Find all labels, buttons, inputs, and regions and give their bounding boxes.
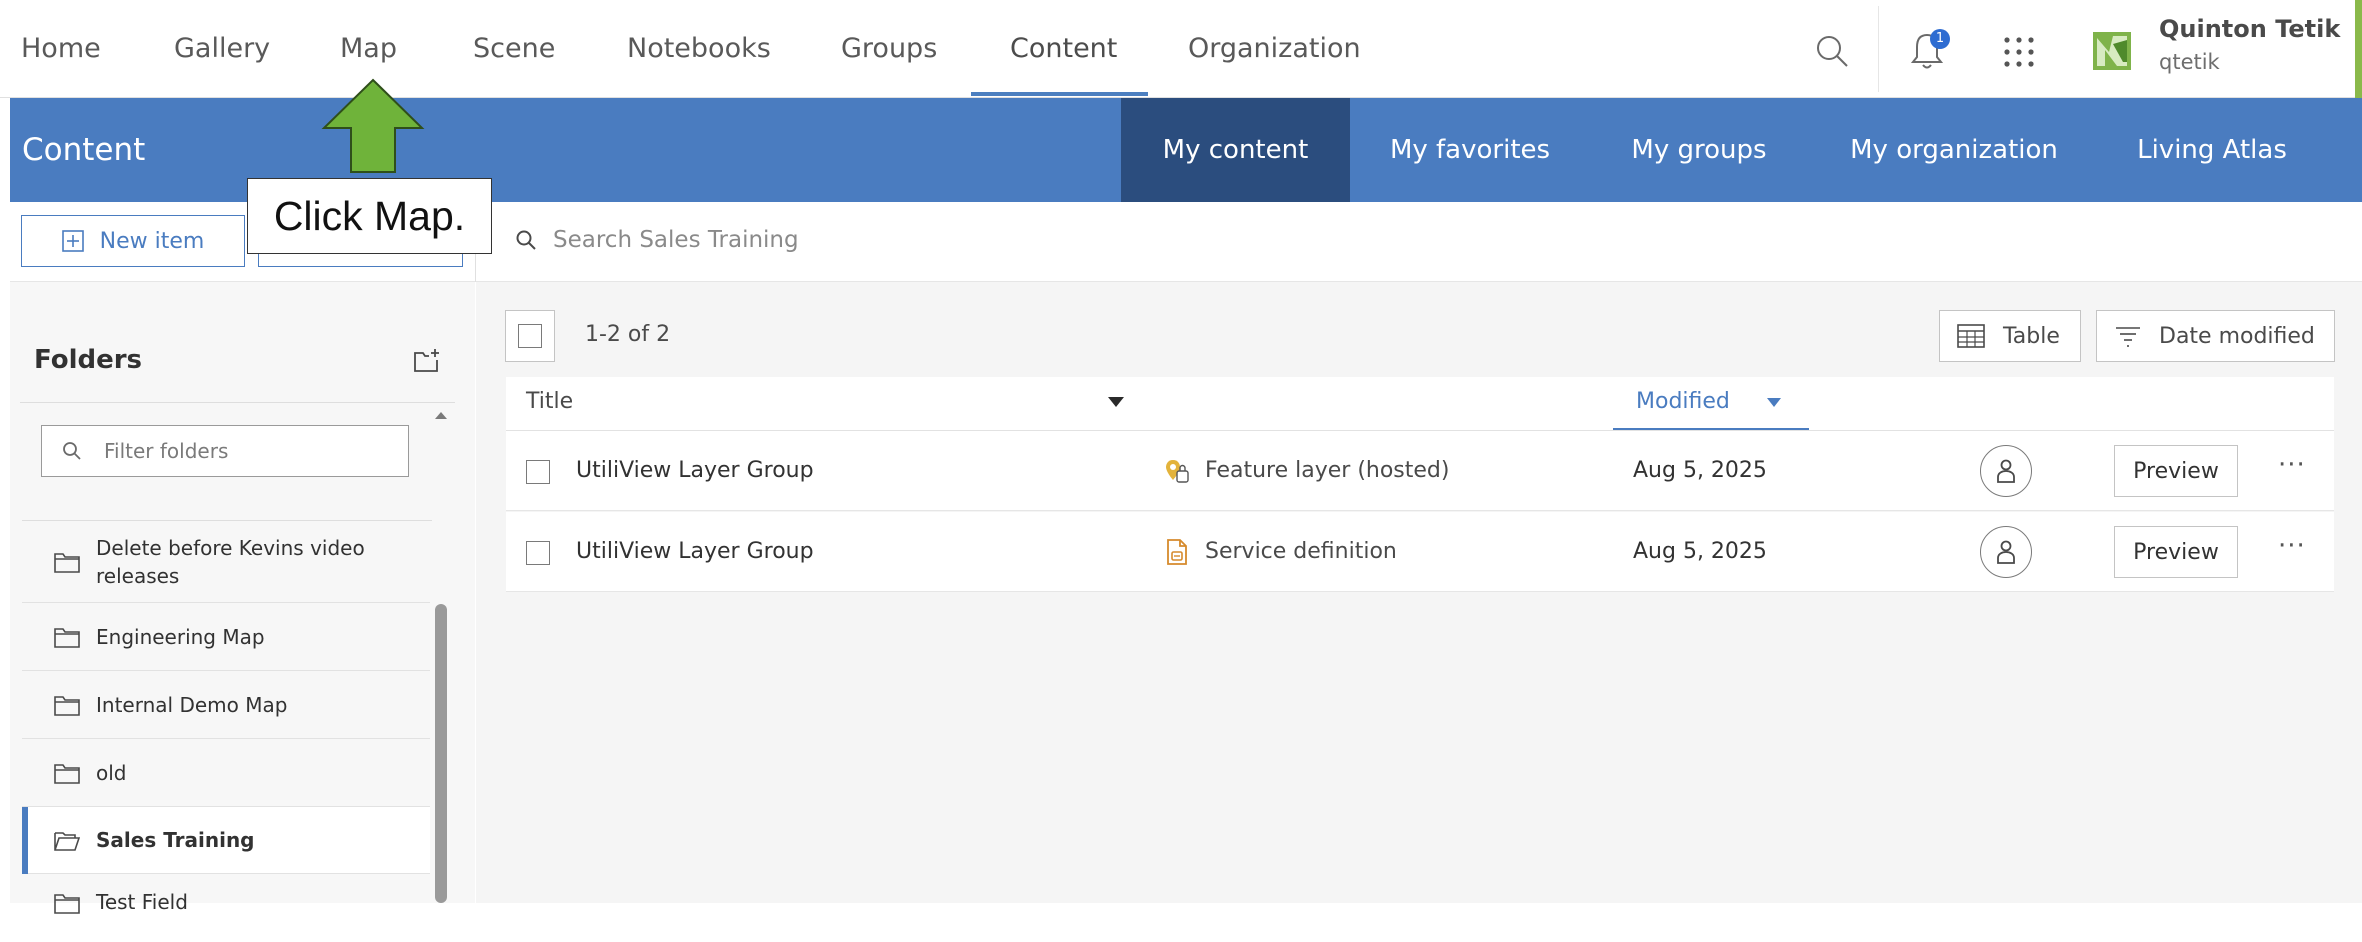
filter-placeholder: Filter folders <box>104 439 229 463</box>
folder-item[interactable]: Engineering Map <box>22 603 430 671</box>
search-icon <box>516 230 536 250</box>
results-panel <box>476 282 2362 903</box>
owner-icon[interactable] <box>1980 445 2032 497</box>
item-modified-date: Aug 5, 2025 <box>1633 458 1767 483</box>
folders-divider <box>20 402 455 403</box>
new-folder-icon[interactable] <box>412 346 442 376</box>
caret-down-icon[interactable] <box>1105 394 1127 410</box>
folder-label: Sales Training <box>96 828 255 852</box>
page-title: Content <box>22 132 146 168</box>
table-header <box>506 377 2334 431</box>
view-table-button[interactable]: Table <box>1939 310 2081 362</box>
nav-home[interactable]: Home <box>21 0 101 98</box>
results-count: 1-2 of 2 <box>585 322 671 347</box>
tab-my-content[interactable]: My content <box>1121 98 1350 202</box>
new-item-button[interactable]: New item <box>21 215 245 267</box>
folder-icon <box>54 627 80 648</box>
nav-notebooks[interactable]: Notebooks <box>627 0 771 98</box>
column-modified[interactable]: Modified <box>1636 389 1730 414</box>
accent-strip <box>2355 0 2362 98</box>
item-title-link[interactable]: UtiliView Layer Group <box>576 539 814 564</box>
nav-content[interactable]: Content <box>1010 0 1117 98</box>
row-checkbox[interactable] <box>526 541 550 565</box>
nav-scene[interactable]: Scene <box>473 0 555 98</box>
preview-button[interactable]: Preview <box>2114 445 2238 497</box>
nav-gallery[interactable]: Gallery <box>174 0 270 98</box>
scroll-up-icon[interactable] <box>432 408 450 422</box>
nav-groups[interactable]: Groups <box>841 0 937 98</box>
sort-label: Date modified <box>2159 323 2315 349</box>
sort-icon <box>2116 327 2140 347</box>
search-icon <box>63 442 81 460</box>
folders-title: Folders <box>34 345 143 375</box>
item-type: Feature layer (hosted) <box>1205 458 1450 483</box>
item-modified-date: Aug 5, 2025 <box>1633 539 1767 564</box>
folder-label: Delete before Kevins video releases <box>96 535 365 588</box>
item-type: Service definition <box>1205 539 1397 564</box>
folder-icon <box>54 552 80 573</box>
folder-icon <box>54 763 80 784</box>
app-launcher-icon[interactable] <box>1997 30 2041 74</box>
feature-layer-icon <box>1163 457 1191 485</box>
nav-active-indicator <box>971 92 1148 96</box>
nav-organization[interactable]: Organization <box>1188 0 1361 98</box>
notification-badge: 1 <box>1930 29 1950 49</box>
folder-item-selected[interactable]: Sales Training <box>22 807 430 874</box>
more-options-icon[interactable]: ··· <box>2278 531 2306 561</box>
plus-square-icon <box>61 230 84 252</box>
tab-my-organization[interactable]: My organization <box>1846 98 2062 202</box>
new-item-label: New item <box>99 228 205 254</box>
folder-item[interactable]: old <box>22 739 430 807</box>
folder-open-icon <box>54 832 80 851</box>
green-arrow-up-icon <box>321 78 425 173</box>
item-title-link[interactable]: UtiliView Layer Group <box>576 458 814 483</box>
folder-item[interactable]: Delete before Kevins video releases <box>22 521 430 603</box>
sort-date-modified-button[interactable]: Date modified <box>2096 310 2335 362</box>
owner-icon[interactable] <box>1980 526 2032 578</box>
preview-button[interactable]: Preview <box>2114 526 2238 578</box>
view-label: Table <box>2003 323 2060 349</box>
folder-label: Internal Demo Map <box>96 692 288 717</box>
modified-sort-indicator <box>1613 428 1809 430</box>
instruction-callout: Click Map. <box>247 178 492 254</box>
tab-my-favorites[interactable]: My favorites <box>1372 98 1568 202</box>
folder-item[interactable]: Internal Demo Map <box>22 671 430 739</box>
service-definition-icon <box>1165 538 1189 566</box>
search-placeholder: Search Sales Training <box>553 227 799 253</box>
tab-my-groups[interactable]: My groups <box>1618 98 1780 202</box>
filter-folders-input[interactable]: Filter folders <box>41 425 409 477</box>
select-all-checkbox[interactable] <box>518 324 542 348</box>
nav-divider <box>1878 6 1879 92</box>
sort-descending-icon[interactable] <box>1764 395 1784 409</box>
column-title[interactable]: Title <box>526 389 573 414</box>
selected-folder-indicator <box>22 807 28 874</box>
select-all-box <box>505 310 555 362</box>
user-name[interactable]: Quinton Tetik <box>2159 15 2340 43</box>
row-checkbox[interactable] <box>526 460 550 484</box>
more-options-icon[interactable]: ··· <box>2278 450 2306 480</box>
tab-living-atlas[interactable]: Living Atlas <box>2130 98 2294 202</box>
folder-label: Test Field <box>96 890 188 914</box>
search-input[interactable]: Search Sales Training <box>515 218 1415 262</box>
folder-icon <box>54 894 80 914</box>
user-handle: qtetik <box>2159 50 2220 74</box>
search-icon[interactable] <box>1810 29 1854 73</box>
user-avatar[interactable] <box>2093 32 2131 70</box>
folder-label: Engineering Map <box>96 624 265 649</box>
folders-scrollbar[interactable] <box>435 604 447 903</box>
folder-icon <box>54 695 80 716</box>
folder-item[interactable]: Test Field <box>22 874 430 942</box>
table-icon <box>1957 324 1985 348</box>
folder-label: old <box>96 760 127 785</box>
